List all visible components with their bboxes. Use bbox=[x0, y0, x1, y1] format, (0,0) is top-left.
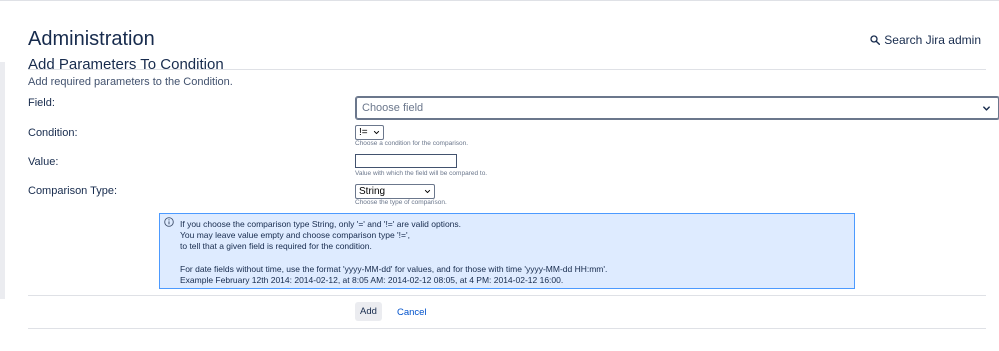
top-border bbox=[0, 0, 999, 1]
search-icon bbox=[870, 35, 881, 45]
info-text-line: You may leave value empty and choose com… bbox=[180, 230, 410, 240]
search-label: Search Jira admin bbox=[884, 33, 981, 47]
value-label: Value: bbox=[28, 156, 59, 168]
comparison-type-select[interactable]: String bbox=[355, 184, 435, 199]
section-title: Add Parameters To Condition bbox=[28, 56, 224, 73]
value-input[interactable] bbox=[355, 154, 457, 168]
comparison-type-selected-value: String bbox=[359, 186, 386, 197]
condition-select[interactable]: != bbox=[355, 125, 384, 140]
info-icon bbox=[164, 217, 174, 227]
sidebar-edge bbox=[0, 62, 5, 299]
comparison-type-label: Comparison Type: bbox=[28, 185, 118, 197]
add-button[interactable]: Add bbox=[355, 302, 382, 321]
chevron-down-icon bbox=[373, 130, 380, 135]
title-divider bbox=[28, 69, 986, 70]
info-panel: If you choose the comparison type String… bbox=[159, 213, 855, 289]
buttons-divider-top bbox=[28, 295, 986, 296]
condition-hint: Choose a condition for the comparison. bbox=[355, 140, 469, 147]
search-jira-admin-link[interactable]: Search Jira admin bbox=[870, 33, 981, 47]
condition-label: Condition: bbox=[28, 127, 78, 139]
field-label: Field: bbox=[28, 97, 55, 109]
comparison-type-hint: Choose the type of comparison. bbox=[355, 199, 447, 206]
info-text-line: If you choose the comparison type String… bbox=[180, 219, 462, 229]
info-text-line: to tell that a given field is required f… bbox=[180, 241, 372, 251]
field-placeholder: Choose field bbox=[362, 102, 424, 114]
field-select[interactable]: Choose field bbox=[355, 96, 999, 120]
condition-selected-value: != bbox=[359, 127, 368, 138]
form-description: Add required parameters to the Condition… bbox=[28, 76, 233, 88]
info-text-line: For date fields without time, use the fo… bbox=[180, 264, 608, 274]
buttons-divider-bottom bbox=[28, 328, 986, 329]
value-hint: Value with which the field will be compa… bbox=[355, 170, 488, 177]
chevron-down-icon bbox=[424, 189, 431, 194]
page-title: Administration bbox=[28, 28, 155, 50]
cancel-link[interactable]: Cancel bbox=[397, 307, 427, 318]
chevron-down-icon bbox=[983, 105, 990, 111]
info-text-line: Example February 12th 2014: 2014-02-12, … bbox=[180, 275, 564, 285]
